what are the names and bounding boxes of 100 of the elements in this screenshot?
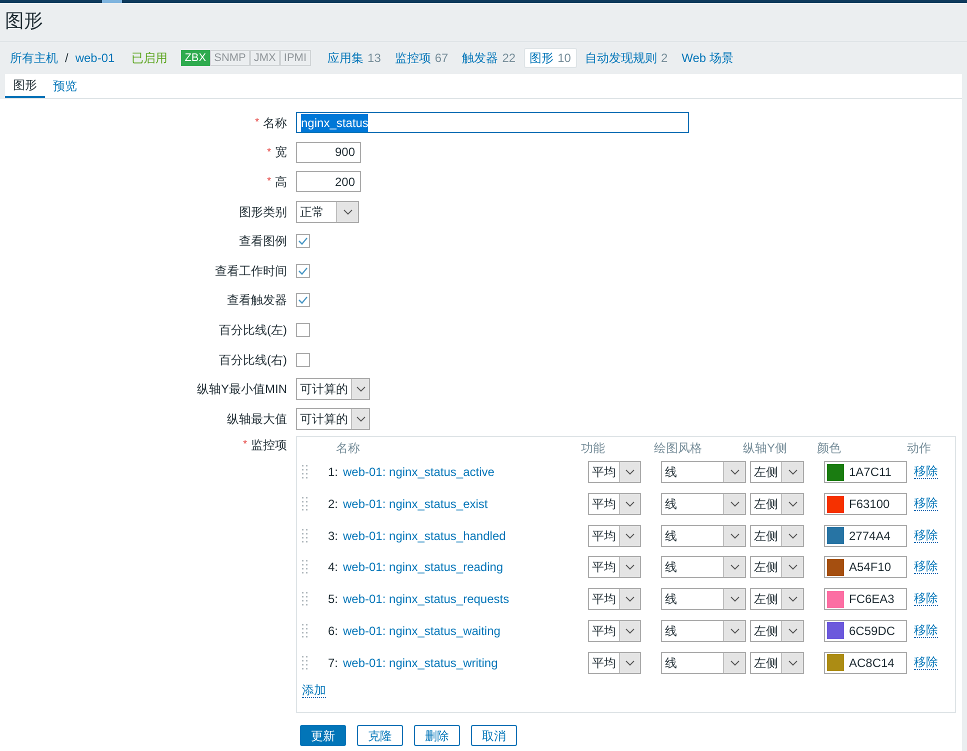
drag-handle-icon[interactable] bbox=[302, 559, 308, 576]
breadcrumb-link[interactable]: 所有主机 bbox=[10, 49, 58, 67]
name-field[interactable]: nginx_status bbox=[296, 112, 689, 134]
item-link[interactable]: web-01: nginx_status_active bbox=[343, 463, 588, 482]
axis-select[interactable]: 左侧 bbox=[750, 493, 804, 516]
select-field[interactable]: 正常 bbox=[296, 200, 359, 223]
nav-link[interactable]: 应用集 13 bbox=[322, 48, 387, 68]
checkbox[interactable] bbox=[296, 234, 310, 248]
number-field[interactable]: 900 bbox=[296, 142, 361, 163]
field-label: * 高 bbox=[267, 174, 287, 191]
checkbox[interactable] bbox=[296, 322, 310, 337]
nav-link[interactable]: 触发器 22 bbox=[456, 48, 522, 68]
style-select[interactable]: 线 bbox=[661, 461, 746, 484]
caret-icon bbox=[781, 494, 803, 514]
style-select[interactable]: 线 bbox=[661, 524, 746, 547]
drag-handle-icon[interactable] bbox=[302, 496, 308, 512]
status-label: 已启用 bbox=[132, 50, 168, 67]
remove-link[interactable]: 移除 bbox=[914, 465, 938, 480]
drag-handle-icon[interactable] bbox=[302, 464, 308, 480]
color-swatch[interactable] bbox=[827, 622, 844, 640]
caret-icon bbox=[619, 589, 640, 610]
action-button[interactable]: 删除 bbox=[414, 725, 460, 746]
color-field[interactable]: FC6EA3 bbox=[824, 588, 907, 610]
row-number: 1: bbox=[326, 464, 338, 482]
remove-link[interactable]: 移除 bbox=[914, 592, 938, 606]
nav-link[interactable]: 自动发现规则 2 bbox=[578, 48, 674, 68]
style-select[interactable]: 线 bbox=[661, 493, 746, 516]
color-field[interactable]: 2774A4 bbox=[824, 524, 907, 547]
axis-select[interactable]: 左侧 bbox=[750, 620, 804, 642]
function-select[interactable]: 平均 bbox=[588, 524, 641, 547]
action-button[interactable]: 更新 bbox=[300, 725, 346, 746]
checkbox[interactable] bbox=[296, 352, 310, 367]
function-select[interactable]: 平均 bbox=[588, 588, 641, 610]
color-field[interactable]: A54F10 bbox=[824, 556, 907, 578]
remove-link[interactable]: 移除 bbox=[914, 497, 938, 512]
drag-handle-icon[interactable] bbox=[302, 654, 308, 670]
nav-link[interactable]: 监控项 67 bbox=[388, 48, 454, 68]
select-field[interactable]: 可计算的 bbox=[296, 378, 370, 400]
field-value: nginx_status bbox=[301, 114, 368, 132]
item-link[interactable]: web-01: nginx_status_handled bbox=[343, 526, 588, 545]
field-label: 图形类别 bbox=[239, 204, 287, 221]
style-select[interactable]: 线 bbox=[661, 652, 746, 674]
item-link[interactable]: web-01: nginx_status_requests bbox=[343, 590, 588, 608]
caret-icon bbox=[723, 652, 745, 672]
caret-icon bbox=[336, 202, 358, 222]
color-field[interactable]: 6C59DC bbox=[824, 620, 907, 642]
item-link[interactable]: web-01: nginx_status_waiting bbox=[343, 622, 588, 640]
row-number: 3: bbox=[326, 528, 338, 545]
checkbox[interactable] bbox=[296, 293, 310, 308]
color-swatch[interactable] bbox=[827, 590, 844, 608]
drag-handle-icon[interactable] bbox=[302, 622, 308, 639]
item-link[interactable]: web-01: nginx_status_reading bbox=[343, 558, 588, 576]
column-header: 纵轴Y侧 bbox=[743, 440, 788, 457]
item-link[interactable]: web-01: nginx_status_exist bbox=[343, 495, 588, 514]
remove-link[interactable]: 移除 bbox=[914, 560, 938, 574]
caret-icon bbox=[619, 494, 640, 514]
caret-icon bbox=[723, 620, 745, 641]
remove-link[interactable]: 移除 bbox=[914, 656, 938, 670]
style-select[interactable]: 线 bbox=[661, 556, 746, 578]
axis-select[interactable]: 左侧 bbox=[750, 556, 804, 578]
add-link[interactable]: 添加 bbox=[302, 684, 326, 698]
function-select[interactable]: 平均 bbox=[588, 620, 641, 642]
color-field[interactable]: F63100 bbox=[824, 493, 907, 516]
number-field[interactable]: 200 bbox=[296, 171, 361, 192]
drag-handle-icon[interactable] bbox=[302, 528, 308, 544]
function-select[interactable]: 平均 bbox=[588, 652, 641, 674]
style-select[interactable]: 线 bbox=[661, 620, 746, 642]
color-swatch[interactable] bbox=[827, 558, 844, 576]
axis-select[interactable]: 左侧 bbox=[750, 461, 804, 484]
axis-select[interactable]: 左侧 bbox=[750, 588, 804, 610]
color-swatch[interactable] bbox=[827, 527, 844, 544]
color-swatch[interactable] bbox=[827, 654, 844, 671]
color-field[interactable]: 1A7C11 bbox=[824, 461, 907, 484]
function-select[interactable]: 平均 bbox=[588, 493, 641, 516]
color-swatch[interactable] bbox=[827, 464, 844, 481]
action-button[interactable]: 取消 bbox=[471, 725, 517, 746]
caret-icon bbox=[723, 526, 745, 546]
field-label: * 名称 bbox=[255, 114, 287, 132]
item-link[interactable]: web-01: nginx_status_writing bbox=[343, 654, 588, 672]
nav-link[interactable]: Web 场景 bbox=[676, 48, 740, 68]
function-select[interactable]: 平均 bbox=[588, 556, 641, 578]
field-label: 纵轴最大值 bbox=[227, 410, 287, 428]
caret-icon bbox=[781, 589, 803, 610]
axis-select[interactable]: 左侧 bbox=[750, 524, 804, 547]
remove-link[interactable]: 移除 bbox=[914, 528, 938, 543]
select-field[interactable]: 可计算的 bbox=[296, 408, 370, 430]
drag-handle-icon[interactable] bbox=[302, 591, 308, 608]
action-button[interactable]: 克隆 bbox=[357, 725, 403, 746]
axis-select[interactable]: 左侧 bbox=[750, 652, 804, 674]
caret-icon bbox=[723, 494, 745, 514]
color-swatch[interactable] bbox=[827, 496, 844, 513]
remove-link[interactable]: 移除 bbox=[914, 624, 938, 638]
tab[interactable]: 预览 bbox=[45, 74, 85, 98]
row-number: 2: bbox=[326, 496, 338, 514]
checkbox[interactable] bbox=[296, 264, 310, 278]
style-select[interactable]: 线 bbox=[661, 588, 746, 610]
breadcrumb-link[interactable]: web-01 bbox=[75, 49, 115, 67]
function-select[interactable]: 平均 bbox=[588, 461, 641, 484]
color-field[interactable]: AC8C14 bbox=[824, 652, 907, 674]
nav-link[interactable]: 图形 10 bbox=[524, 48, 577, 68]
